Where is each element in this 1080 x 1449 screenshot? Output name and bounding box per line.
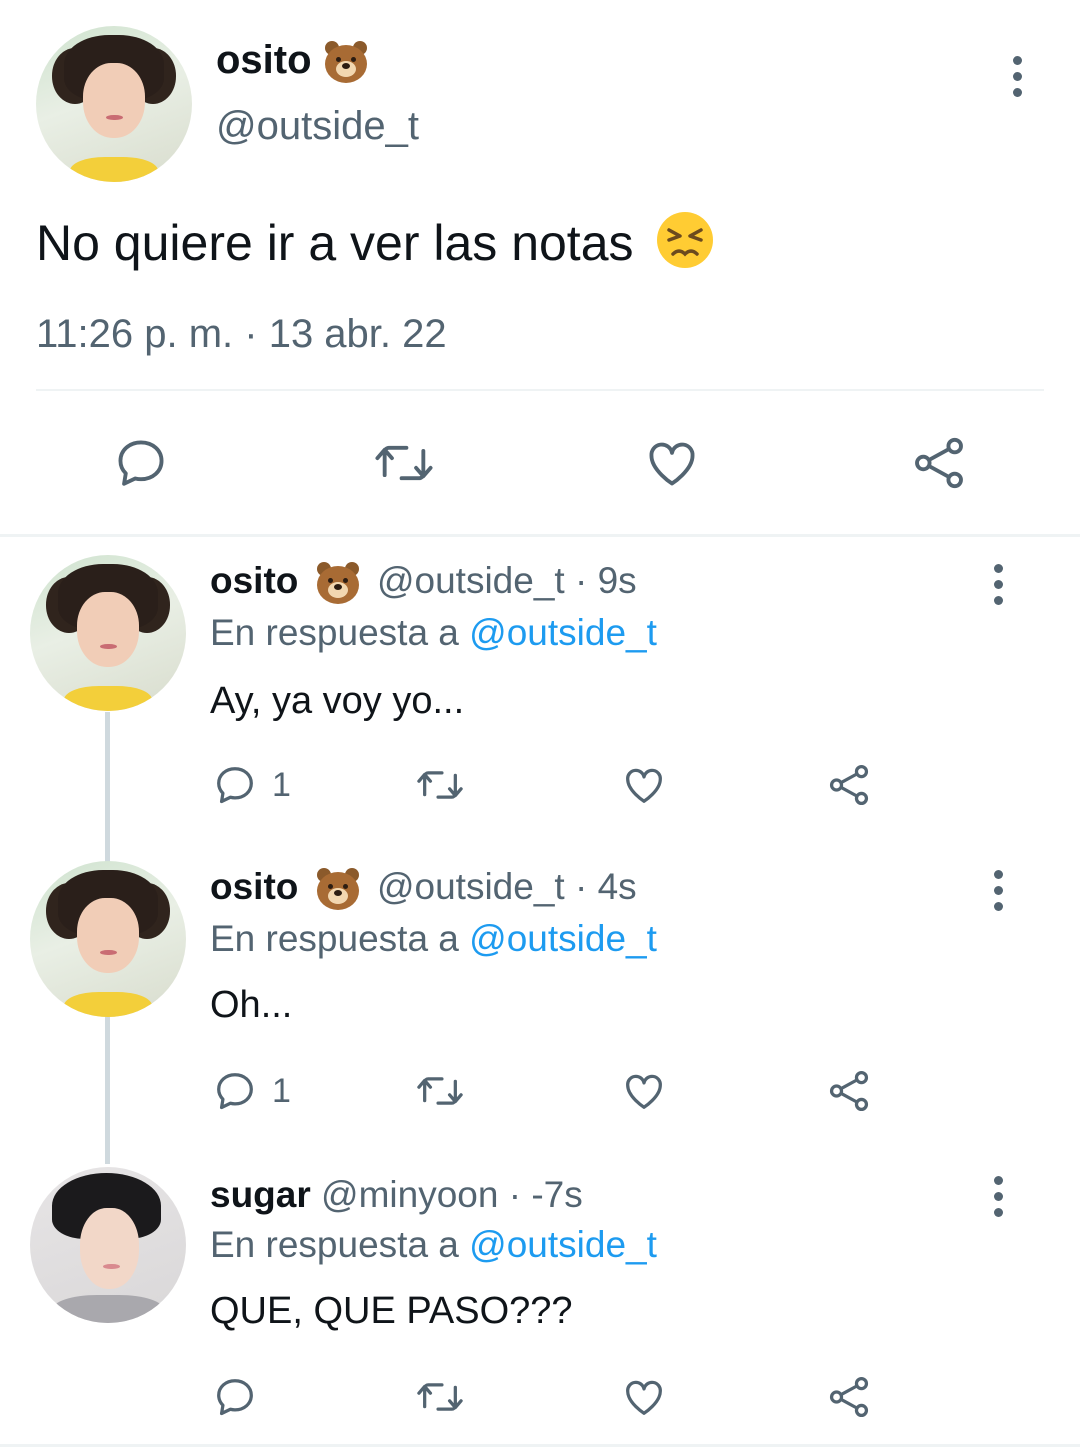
reply-header: sugar @minyoon · -7s <box>210 1174 583 1216</box>
more-icon[interactable] <box>992 870 1004 918</box>
share-button[interactable] <box>825 1068 873 1114</box>
display-name[interactable]: osito <box>210 866 298 907</box>
reply-text: Oh... <box>210 984 293 1026</box>
retweet-icon <box>417 771 463 799</box>
more-icon[interactable] <box>992 1176 1004 1224</box>
retweet-icon <box>417 1383 463 1411</box>
more-icon[interactable] <box>1011 56 1023 104</box>
reply-context: En respuesta a @outside_t <box>210 612 657 654</box>
reply-context: En respuesta a @outside_t <box>210 918 657 960</box>
reply-text: Ay, ya voy yo... <box>210 680 465 722</box>
share-icon <box>829 1070 869 1112</box>
more-icon[interactable] <box>992 564 1004 612</box>
reply-button[interactable] <box>212 762 258 808</box>
reply-button[interactable] <box>212 1068 258 1114</box>
retweet-icon <box>375 445 433 481</box>
reply-icon <box>217 767 253 804</box>
share-button[interactable] <box>825 762 873 808</box>
reply-button[interactable] <box>212 1374 258 1420</box>
handle[interactable]: @outside_t <box>377 560 565 601</box>
like-button[interactable] <box>620 1374 668 1420</box>
tweet-text-content: No quiere ir a ver las notas <box>36 215 634 271</box>
reply-count: 1 <box>272 1072 291 1110</box>
share-button[interactable] <box>825 1374 873 1420</box>
reply-button[interactable] <box>112 434 170 492</box>
reply-prefix: En respuesta a <box>210 1224 459 1265</box>
time[interactable]: · 9s <box>575 560 637 601</box>
avatar[interactable] <box>30 861 186 1017</box>
avatar[interactable] <box>30 1167 186 1323</box>
reply-header: osito @outside_t · 9s <box>210 560 637 605</box>
reply-header: osito @outside_t · 4s <box>210 866 637 911</box>
reply-text: QUE, QUE PASO??? <box>210 1290 573 1332</box>
retweet-button[interactable] <box>414 762 466 808</box>
divider <box>36 389 1044 391</box>
tweet-text: No quiere ir a ver las notas <box>36 210 715 272</box>
display-name[interactable]: sugar <box>210 1174 311 1215</box>
reply-count: 1 <box>272 766 291 804</box>
reply-prefix: En respuesta a <box>210 612 459 653</box>
share-icon <box>829 764 869 806</box>
reply-prefix: En respuesta a <box>210 918 459 959</box>
display-name[interactable]: osito <box>216 38 369 84</box>
bear-emoji <box>315 562 361 605</box>
retweet-button[interactable] <box>414 1068 466 1114</box>
reply-context: En respuesta a @outside_t <box>210 1224 657 1266</box>
handle[interactable]: @minyoon <box>321 1174 498 1215</box>
like-icon <box>626 768 662 803</box>
bear-emoji <box>315 868 361 911</box>
share-button[interactable] <box>908 434 970 492</box>
timestamp[interactable]: 11:26 p. m. · 13 abr. 22 <box>36 312 447 357</box>
like-button[interactable] <box>642 434 702 492</box>
time[interactable]: · 4s <box>575 866 637 907</box>
reply-to-link[interactable]: @outside_t <box>469 1224 657 1265</box>
like-icon <box>626 1074 662 1109</box>
time[interactable]: · -7s <box>509 1174 583 1215</box>
handle[interactable]: @outside_t <box>377 866 565 907</box>
reply-icon <box>118 440 164 486</box>
reply-to-link[interactable]: @outside_t <box>469 612 657 653</box>
display-name[interactable]: osito <box>210 560 298 601</box>
reply-icon <box>217 1073 253 1110</box>
retweet-icon <box>417 1077 463 1105</box>
bear-emoji <box>323 41 369 84</box>
like-icon <box>626 1380 662 1415</box>
share-icon <box>829 1376 869 1418</box>
retweet-button[interactable] <box>414 1374 466 1420</box>
bottom-divider <box>0 1444 1080 1447</box>
handle[interactable]: @outside_t <box>216 104 419 149</box>
like-button[interactable] <box>620 1068 668 1114</box>
reply-icon <box>217 1379 253 1416</box>
avatar[interactable] <box>36 26 192 182</box>
persevering-face-emoji <box>657 212 714 268</box>
like-button[interactable] <box>620 762 668 808</box>
share-icon <box>915 437 963 489</box>
reply-to-link[interactable]: @outside_t <box>469 918 657 959</box>
section-divider <box>0 534 1080 537</box>
avatar[interactable] <box>30 555 186 711</box>
like-icon <box>649 442 695 486</box>
retweet-button[interactable] <box>372 434 436 492</box>
display-name-text: osito <box>216 38 312 82</box>
